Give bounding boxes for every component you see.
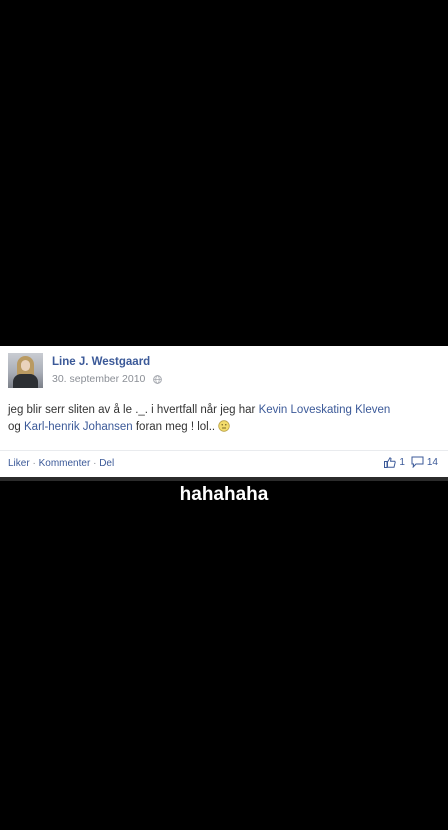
screenshot-canvas: Line J. Westgaard 30. september 2010 jeg… (0, 0, 448, 830)
post-author-name[interactable]: Line J. Westgaard (52, 356, 150, 368)
like-count[interactable]: 1 (399, 457, 405, 468)
share-link[interactable]: Del (99, 458, 114, 469)
comment-count[interactable]: 14 (427, 457, 438, 468)
message-text-1: jeg blir serr sliten av å le ._. i hvert… (8, 404, 259, 416)
action-separator: · (32, 458, 36, 469)
avatar-face (21, 360, 30, 371)
caption-text: hahahaha (179, 484, 269, 505)
comment-link[interactable]: Kommenter (39, 458, 91, 469)
action-separator: · (93, 458, 97, 469)
post-message: jeg blir serr sliten av å le ._. i hvert… (8, 402, 440, 436)
post-date[interactable]: 30. september 2010 (52, 373, 145, 385)
post-actions: Liker · Kommenter · Del (8, 458, 114, 469)
avatar[interactable] (8, 353, 43, 388)
post-divider (0, 450, 448, 451)
comment-bubble-icon[interactable] (411, 456, 424, 468)
facebook-post: Line J. Westgaard 30. september 2010 jeg… (0, 346, 448, 481)
avatar-body (13, 374, 38, 388)
tagged-user-link-1[interactable]: Kevin Loveskating Kleven (259, 404, 391, 416)
globe-icon (153, 374, 163, 384)
post-counts: 1 14 (384, 456, 438, 468)
smiley-emoji-icon (218, 420, 231, 432)
thumbs-up-icon[interactable] (384, 456, 397, 468)
tagged-user-link-2[interactable]: Karl-henrik Johansen (24, 421, 133, 433)
like-link[interactable]: Liker (8, 458, 30, 469)
message-text-2: og (8, 421, 24, 433)
post-meta: 30. september 2010 (52, 373, 163, 385)
message-text-3: foran meg ! lol.. (132, 421, 219, 433)
